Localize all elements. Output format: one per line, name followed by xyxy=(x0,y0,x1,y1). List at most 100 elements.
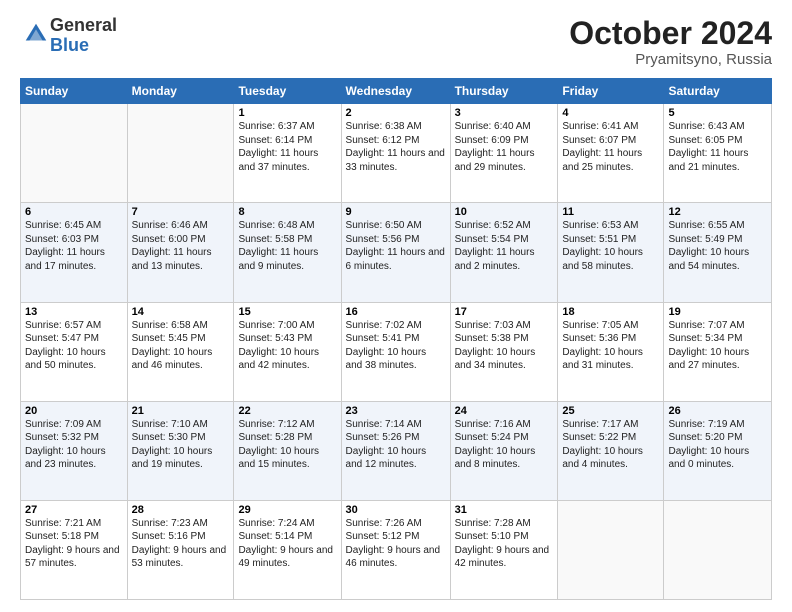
cell-day-number: 8 xyxy=(238,206,336,218)
logo-general: General xyxy=(50,16,117,36)
cell-day-number: 6 xyxy=(25,206,123,218)
cell-day-number: 25 xyxy=(562,405,659,417)
cell-info: Sunrise: 7:28 AM Sunset: 5:10 PM Dayligh… xyxy=(455,517,554,571)
table-row: 28Sunrise: 7:23 AM Sunset: 5:16 PM Dayli… xyxy=(127,500,234,599)
cell-info: Sunrise: 7:12 AM Sunset: 5:28 PM Dayligh… xyxy=(238,418,336,472)
calendar-week-3: 13Sunrise: 6:57 AM Sunset: 5:47 PM Dayli… xyxy=(21,302,772,401)
cell-info: Sunrise: 6:38 AM Sunset: 6:12 PM Dayligh… xyxy=(346,120,446,174)
cell-day-number: 7 xyxy=(132,206,230,218)
col-tuesday: Tuesday xyxy=(234,79,341,104)
cell-info: Sunrise: 7:05 AM Sunset: 5:36 PM Dayligh… xyxy=(562,319,659,373)
col-monday: Monday xyxy=(127,79,234,104)
cell-day-number: 21 xyxy=(132,405,230,417)
table-row: 7Sunrise: 6:46 AM Sunset: 6:00 PM Daylig… xyxy=(127,203,234,302)
table-row: 11Sunrise: 6:53 AM Sunset: 5:51 PM Dayli… xyxy=(558,203,664,302)
table-row: 30Sunrise: 7:26 AM Sunset: 5:12 PM Dayli… xyxy=(341,500,450,599)
cell-day-number: 4 xyxy=(562,107,659,119)
cell-day-number: 3 xyxy=(455,107,554,119)
cell-info: Sunrise: 6:41 AM Sunset: 6:07 PM Dayligh… xyxy=(562,120,659,174)
cell-day-number: 5 xyxy=(668,107,767,119)
table-row: 10Sunrise: 6:52 AM Sunset: 5:54 PM Dayli… xyxy=(450,203,558,302)
month-title: October 2024 xyxy=(569,16,772,51)
cell-info: Sunrise: 7:24 AM Sunset: 5:14 PM Dayligh… xyxy=(238,517,336,571)
cell-info: Sunrise: 7:16 AM Sunset: 5:24 PM Dayligh… xyxy=(455,418,554,472)
cell-day-number: 2 xyxy=(346,107,446,119)
table-row: 9Sunrise: 6:50 AM Sunset: 5:56 PM Daylig… xyxy=(341,203,450,302)
cell-info: Sunrise: 7:23 AM Sunset: 5:16 PM Dayligh… xyxy=(132,517,230,571)
cell-info: Sunrise: 7:00 AM Sunset: 5:43 PM Dayligh… xyxy=(238,319,336,373)
cell-day-number: 10 xyxy=(455,206,554,218)
cell-day-number: 1 xyxy=(238,107,336,119)
table-row: 3Sunrise: 6:40 AM Sunset: 6:09 PM Daylig… xyxy=(450,104,558,203)
cell-info: Sunrise: 6:43 AM Sunset: 6:05 PM Dayligh… xyxy=(668,120,767,174)
cell-day-number: 13 xyxy=(25,306,123,318)
logo: General Blue xyxy=(20,16,117,56)
col-wednesday: Wednesday xyxy=(341,79,450,104)
calendar-week-2: 6Sunrise: 6:45 AM Sunset: 6:03 PM Daylig… xyxy=(21,203,772,302)
cell-day-number: 18 xyxy=(562,306,659,318)
cell-day-number: 27 xyxy=(25,504,123,516)
col-sunday: Sunday xyxy=(21,79,128,104)
cell-info: Sunrise: 6:55 AM Sunset: 5:49 PM Dayligh… xyxy=(668,219,767,273)
table-row xyxy=(664,500,772,599)
cell-info: Sunrise: 7:14 AM Sunset: 5:26 PM Dayligh… xyxy=(346,418,446,472)
page: General Blue October 2024 Pryamitsyno, R… xyxy=(0,0,792,612)
cell-info: Sunrise: 6:50 AM Sunset: 5:56 PM Dayligh… xyxy=(346,219,446,273)
table-row: 25Sunrise: 7:17 AM Sunset: 5:22 PM Dayli… xyxy=(558,401,664,500)
cell-info: Sunrise: 7:09 AM Sunset: 5:32 PM Dayligh… xyxy=(25,418,123,472)
table-row: 8Sunrise: 6:48 AM Sunset: 5:58 PM Daylig… xyxy=(234,203,341,302)
table-row xyxy=(21,104,128,203)
cell-info: Sunrise: 6:52 AM Sunset: 5:54 PM Dayligh… xyxy=(455,219,554,273)
table-row: 15Sunrise: 7:00 AM Sunset: 5:43 PM Dayli… xyxy=(234,302,341,401)
logo-icon xyxy=(22,20,50,48)
cell-info: Sunrise: 6:46 AM Sunset: 6:00 PM Dayligh… xyxy=(132,219,230,273)
cell-info: Sunrise: 7:17 AM Sunset: 5:22 PM Dayligh… xyxy=(562,418,659,472)
cell-day-number: 26 xyxy=(668,405,767,417)
logo-text: General Blue xyxy=(50,16,117,56)
cell-info: Sunrise: 7:07 AM Sunset: 5:34 PM Dayligh… xyxy=(668,319,767,373)
cell-info: Sunrise: 7:26 AM Sunset: 5:12 PM Dayligh… xyxy=(346,517,446,571)
cell-info: Sunrise: 7:03 AM Sunset: 5:38 PM Dayligh… xyxy=(455,319,554,373)
calendar-week-4: 20Sunrise: 7:09 AM Sunset: 5:32 PM Dayli… xyxy=(21,401,772,500)
cell-day-number: 9 xyxy=(346,206,446,218)
cell-day-number: 30 xyxy=(346,504,446,516)
table-row: 29Sunrise: 7:24 AM Sunset: 5:14 PM Dayli… xyxy=(234,500,341,599)
table-row xyxy=(127,104,234,203)
cell-day-number: 28 xyxy=(132,504,230,516)
cell-day-number: 23 xyxy=(346,405,446,417)
col-friday: Friday xyxy=(558,79,664,104)
table-row: 5Sunrise: 6:43 AM Sunset: 6:05 PM Daylig… xyxy=(664,104,772,203)
cell-day-number: 29 xyxy=(238,504,336,516)
table-row: 17Sunrise: 7:03 AM Sunset: 5:38 PM Dayli… xyxy=(450,302,558,401)
col-thursday: Thursday xyxy=(450,79,558,104)
cell-info: Sunrise: 6:53 AM Sunset: 5:51 PM Dayligh… xyxy=(562,219,659,273)
table-row: 1Sunrise: 6:37 AM Sunset: 6:14 PM Daylig… xyxy=(234,104,341,203)
calendar-week-5: 27Sunrise: 7:21 AM Sunset: 5:18 PM Dayli… xyxy=(21,500,772,599)
cell-info: Sunrise: 6:48 AM Sunset: 5:58 PM Dayligh… xyxy=(238,219,336,273)
cell-day-number: 15 xyxy=(238,306,336,318)
cell-info: Sunrise: 6:37 AM Sunset: 6:14 PM Dayligh… xyxy=(238,120,336,174)
title-area: October 2024 Pryamitsyno, Russia xyxy=(569,16,772,68)
table-row: 20Sunrise: 7:09 AM Sunset: 5:32 PM Dayli… xyxy=(21,401,128,500)
table-row: 12Sunrise: 6:55 AM Sunset: 5:49 PM Dayli… xyxy=(664,203,772,302)
table-row: 31Sunrise: 7:28 AM Sunset: 5:10 PM Dayli… xyxy=(450,500,558,599)
calendar-table: Sunday Monday Tuesday Wednesday Thursday… xyxy=(20,78,772,600)
table-row: 18Sunrise: 7:05 AM Sunset: 5:36 PM Dayli… xyxy=(558,302,664,401)
cell-day-number: 17 xyxy=(455,306,554,318)
cell-day-number: 14 xyxy=(132,306,230,318)
table-row xyxy=(558,500,664,599)
cell-day-number: 22 xyxy=(238,405,336,417)
table-row: 14Sunrise: 6:58 AM Sunset: 5:45 PM Dayli… xyxy=(127,302,234,401)
table-row: 19Sunrise: 7:07 AM Sunset: 5:34 PM Dayli… xyxy=(664,302,772,401)
cell-info: Sunrise: 7:10 AM Sunset: 5:30 PM Dayligh… xyxy=(132,418,230,472)
col-saturday: Saturday xyxy=(664,79,772,104)
cell-info: Sunrise: 6:40 AM Sunset: 6:09 PM Dayligh… xyxy=(455,120,554,174)
cell-info: Sunrise: 6:57 AM Sunset: 5:47 PM Dayligh… xyxy=(25,319,123,373)
table-row: 6Sunrise: 6:45 AM Sunset: 6:03 PM Daylig… xyxy=(21,203,128,302)
header: General Blue October 2024 Pryamitsyno, R… xyxy=(20,16,772,68)
cell-day-number: 31 xyxy=(455,504,554,516)
cell-day-number: 16 xyxy=(346,306,446,318)
table-row: 13Sunrise: 6:57 AM Sunset: 5:47 PM Dayli… xyxy=(21,302,128,401)
header-row: Sunday Monday Tuesday Wednesday Thursday… xyxy=(21,79,772,104)
cell-info: Sunrise: 7:21 AM Sunset: 5:18 PM Dayligh… xyxy=(25,517,123,571)
